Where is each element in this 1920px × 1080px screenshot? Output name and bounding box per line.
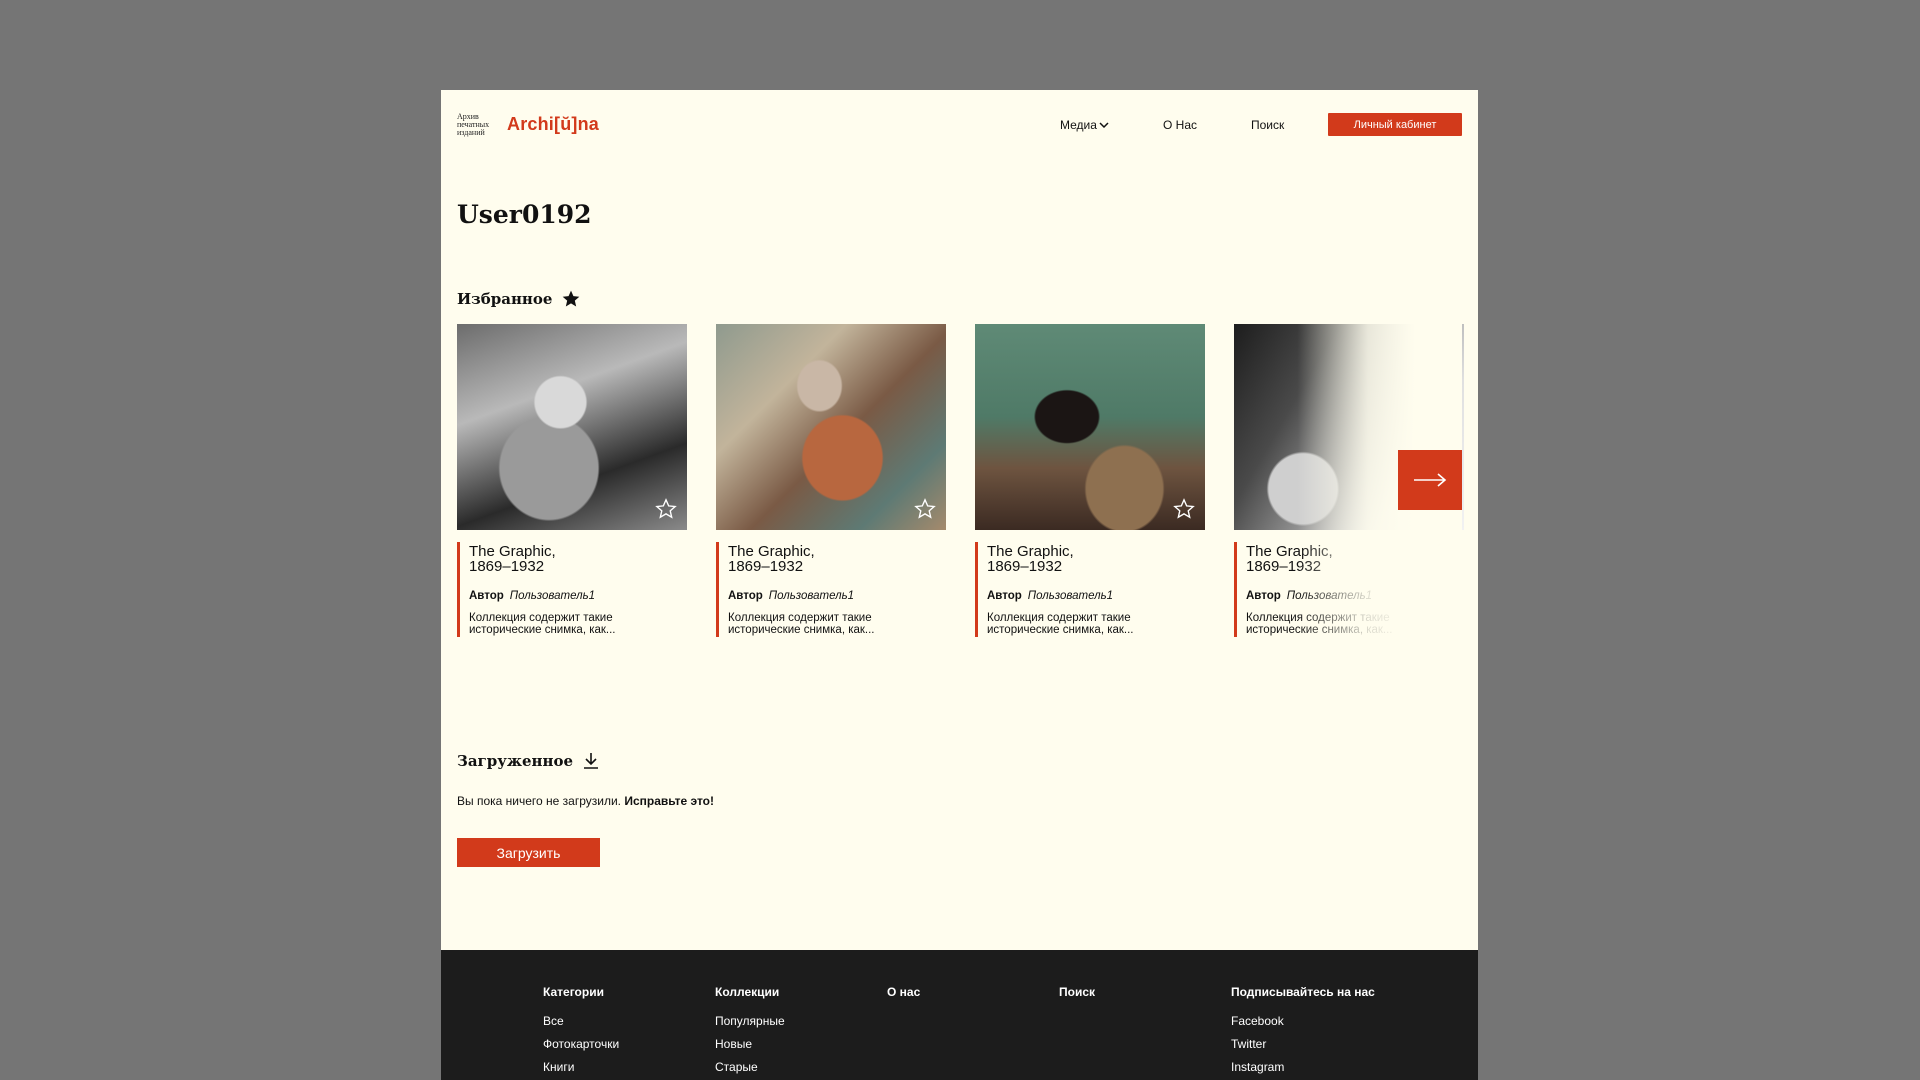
footer-link[interactable]: Все — [543, 1014, 619, 1028]
footer-link-twitter[interactable]: Twitter — [1231, 1037, 1375, 1051]
favorites-carousel: The Graphic, 1869–1932 Автор Пользователь… — [457, 324, 1464, 654]
card-description: Коллекция содержит такие исторические сн… — [987, 612, 1134, 636]
uploads-title: Загруженное — [457, 752, 574, 770]
author-label: Автор — [469, 590, 504, 602]
favorite-card[interactable]: The Graphic, 1869–1932 Автор Пользователь… — [975, 324, 1205, 637]
favorites-title: Избранное — [457, 290, 553, 308]
page-title: User0192 — [457, 200, 592, 229]
footer: Категории Все Фотокарточки Книги Коллекц… — [441, 950, 1478, 1080]
card-meta: The Graphic, 1869–1932 Автор Пользователь… — [975, 542, 1205, 637]
card-title[interactable]: The Graphic, 1869–1932 — [987, 542, 1205, 574]
footer-heading: Коллекции — [715, 985, 780, 999]
carousel-next-button[interactable] — [1398, 450, 1462, 510]
logo[interactable]: Archi[ŭ]na — [507, 114, 599, 135]
card-description: Коллекция содержит такие исторические сн… — [1246, 612, 1393, 636]
footer-link[interactable]: Новые — [715, 1037, 785, 1051]
nav-about[interactable]: О Нас — [1163, 118, 1197, 132]
empty-text: Вы пока ничего не загрузили. — [457, 794, 622, 808]
uploads-heading: Загруженное — [457, 752, 600, 770]
footer-heading: Подписывайтесь на нас — [1231, 985, 1375, 999]
favorite-star-icon[interactable] — [1173, 498, 1195, 520]
nav-search[interactable]: Поиск — [1251, 118, 1284, 132]
arrow-right-icon — [1414, 473, 1447, 487]
author-label: Автор — [728, 590, 763, 602]
footer-heading: Категории — [543, 985, 604, 999]
footer-categories: Категории Все Фотокарточки Книги — [543, 985, 619, 1080]
card-description: Коллекция содержит такие исторические сн… — [728, 612, 875, 636]
card-meta: The Graphic, 1869–1932 Автор Пользователь… — [716, 542, 946, 637]
footer-link-facebook[interactable]: Facebook — [1231, 1014, 1375, 1028]
card-meta: The Graphic, 1869–1932 Автор Пользователь… — [1234, 542, 1464, 637]
favorites-heading: Избранное — [457, 289, 581, 309]
favorite-card[interactable]: The Graphic, 1869–1932 Автор Пользователь… — [457, 324, 687, 637]
personal-cabinet-button[interactable]: Личный кабинет — [1328, 113, 1462, 136]
card-meta: The Graphic, 1869–1932 Автор Пользователь… — [457, 542, 687, 637]
card-description: Коллекция содержит такие исторические сн… — [469, 612, 616, 636]
page: Архив печатных изданий Archi[ŭ]na Медиа … — [441, 90, 1478, 1080]
uploads-empty-message: Вы пока ничего не загрузили. Исправьте э… — [457, 794, 714, 808]
download-icon — [584, 753, 599, 769]
footer-link[interactable]: Книги — [543, 1060, 619, 1074]
footer-heading[interactable]: Поиск — [1059, 985, 1095, 999]
card-author: Автор Пользователь1 — [1246, 590, 1464, 602]
card-image — [716, 324, 946, 530]
favorite-star-icon[interactable] — [655, 498, 677, 520]
author-name[interactable]: Пользователь1 — [1028, 590, 1113, 602]
nav-media-label: Медиа — [1060, 118, 1097, 132]
author-label: Автор — [987, 590, 1022, 602]
chevron-down-icon — [1099, 122, 1109, 129]
author-name[interactable]: Пользователь1 — [769, 590, 854, 602]
card-author: Автор Пользователь1 — [987, 590, 1205, 602]
footer-link[interactable]: Популярные — [715, 1014, 785, 1028]
nav-media[interactable]: Медиа — [1060, 118, 1109, 132]
card-title[interactable]: The Graphic, 1869–1932 — [1246, 542, 1464, 574]
footer-search: Поиск — [1059, 985, 1095, 1014]
card-author: Автор Пользователь1 — [728, 590, 946, 602]
upload-button[interactable]: Загрузить — [457, 838, 600, 867]
footer-about: О нас — [887, 985, 920, 1014]
card-title[interactable]: The Graphic, 1869–1932 — [728, 542, 946, 574]
empty-cta: Исправьте это! — [624, 794, 715, 808]
footer-link[interactable]: Старые — [715, 1060, 785, 1074]
author-name[interactable]: Пользователь1 — [1287, 590, 1372, 602]
card-title[interactable]: The Graphic, 1869–1932 — [469, 542, 687, 574]
favorite-card[interactable]: The Graphic, 1869–1932 Автор Пользователь… — [716, 324, 946, 637]
author-label: Автор — [1246, 590, 1281, 602]
footer-heading[interactable]: О нас — [887, 985, 920, 999]
author-name[interactable]: Пользователь1 — [510, 590, 595, 602]
footer-collections: Коллекции Популярные Новые Старые — [715, 985, 785, 1080]
card-image — [457, 324, 687, 530]
card-author: Автор Пользователь1 — [469, 590, 687, 602]
star-icon — [563, 290, 580, 307]
footer-link-instagram[interactable]: Instagram — [1231, 1060, 1375, 1074]
footer-link[interactable]: Фотокарточки — [543, 1037, 619, 1051]
card-image — [975, 324, 1205, 530]
favorite-star-icon[interactable] — [914, 498, 936, 520]
footer-social: Подписывайтесь на нас Facebook Twitter I… — [1231, 985, 1375, 1080]
logo-subtitle: Архив печатных изданий — [457, 112, 490, 137]
